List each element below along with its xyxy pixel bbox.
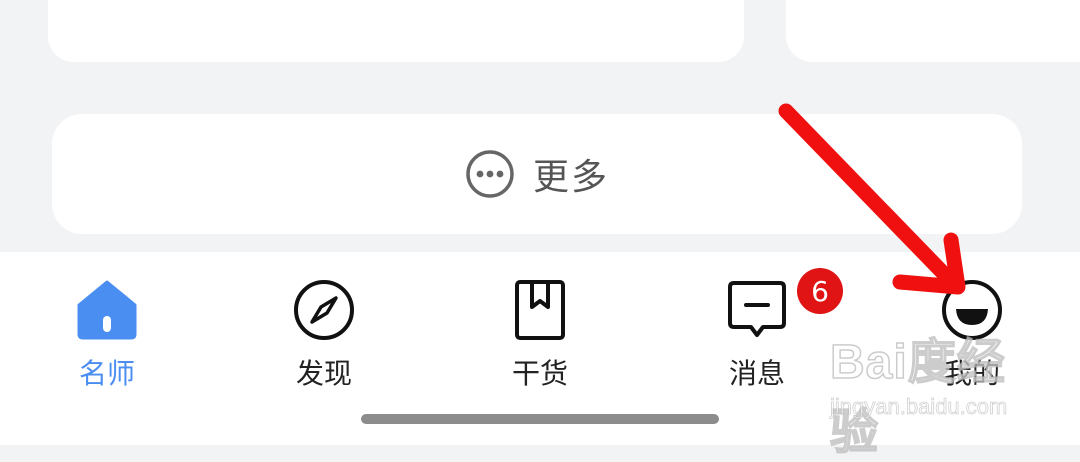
compass-icon <box>292 278 356 342</box>
content-card[interactable] <box>48 0 744 62</box>
tab-discover[interactable]: 发现 <box>254 272 394 392</box>
tab-goods[interactable]: 干货 <box>470 272 610 392</box>
more-button[interactable]: 更多 <box>52 114 1022 234</box>
tab-label: 发现 <box>295 357 352 390</box>
tab-label: 消息 <box>728 357 785 390</box>
more-label: 更多 <box>532 157 609 198</box>
unread-count-badge: 6 <box>797 268 843 314</box>
content-card[interactable] <box>786 0 1080 62</box>
tab-label: 我的 <box>943 357 1000 390</box>
tab-label: 干货 <box>511 357 568 390</box>
tab-label: 名师 <box>78 357 135 390</box>
tab-mine[interactable]: 我的 <box>902 272 1042 392</box>
message-icon <box>725 278 789 342</box>
home-indicator[interactable] <box>361 414 719 424</box>
home-icon <box>75 278 139 342</box>
smiley-face-icon <box>940 278 1004 342</box>
more-dots-icon <box>465 149 515 199</box>
bookmark-book-icon <box>508 278 572 342</box>
tab-home[interactable]: 名师 <box>37 272 177 392</box>
